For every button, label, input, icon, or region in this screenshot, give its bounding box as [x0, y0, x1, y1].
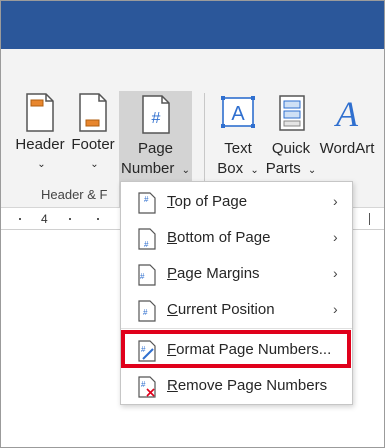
- header-footer-group-label: Header & F: [41, 187, 108, 202]
- footer-button[interactable]: Footer ⌄: [67, 93, 119, 175]
- page-top-icon: #: [138, 192, 156, 214]
- wordart-glyph: A: [334, 94, 359, 133]
- ruler-number: 4: [41, 212, 48, 226]
- header-page-icon: [26, 93, 54, 132]
- menu-item-label: Remove Page Numbers: [167, 377, 328, 394]
- submenu-arrow-icon: ›: [333, 229, 338, 245]
- svg-text:#: #: [143, 308, 148, 317]
- wordart-button[interactable]: A WordArt: [317, 93, 377, 159]
- ruler-tick: [97, 218, 99, 220]
- quick-parts-label-line1: Quick: [271, 140, 311, 157]
- menu-separator: [121, 328, 352, 329]
- header-button-label: Header: [15, 136, 65, 153]
- page-number-chevron-icon: ⌄: [181, 165, 190, 176]
- page-bottom-icon: #: [138, 228, 156, 250]
- page-number-icon: #: [141, 95, 170, 134]
- menu-item-label: Current Position: [167, 301, 275, 318]
- menu-item-current-position[interactable]: # Current Position ›: [121, 292, 352, 328]
- ruler-tick: [19, 218, 21, 220]
- ruler-tick: [69, 218, 71, 220]
- svg-text:#: #: [140, 272, 145, 281]
- quick-parts-button[interactable]: Quick Parts ⌄: [265, 93, 317, 181]
- menu-item-label: Top of Page: [167, 193, 248, 210]
- svg-text:#: #: [144, 240, 149, 249]
- ruler-margin-marker: [369, 213, 370, 225]
- title-bar: [1, 1, 384, 49]
- svg-text:#: #: [141, 380, 146, 389]
- quick-parts-chevron-icon: ⌄: [307, 165, 317, 176]
- footer-chevron-icon: ⌄: [90, 159, 99, 170]
- submenu-arrow-icon: ›: [333, 265, 338, 281]
- remove-page-numbers-icon: #: [138, 376, 156, 398]
- highlight-box: [121, 330, 351, 368]
- footer-page-icon: [79, 93, 107, 132]
- submenu-arrow-icon: ›: [333, 301, 338, 317]
- quick-parts-label-line2: Parts: [265, 160, 301, 177]
- menu-item-bottom-of-page[interactable]: # Bottom of Page ›: [121, 220, 352, 256]
- menu-item-top-of-page[interactable]: # Top of Page ›: [121, 184, 352, 220]
- menu-item-label: Page Margins: [167, 265, 260, 282]
- text-box-label-line2: Box: [217, 160, 244, 177]
- word-window: Header ⌄ Footer ⌄ # Page Number ⌄ A Text…: [0, 0, 385, 448]
- group-separator: [204, 93, 205, 193]
- menu-item-label: Bottom of Page: [167, 229, 271, 246]
- wordart-icon: A: [334, 94, 359, 133]
- page-number-glyph: #: [151, 110, 160, 127]
- page-number-label-line2: Number: [121, 160, 175, 177]
- wordart-label: WordArt: [319, 140, 375, 157]
- text-box-glyph: A: [231, 103, 245, 125]
- footer-button-label: Footer: [71, 136, 115, 153]
- page-margins-icon: #: [138, 264, 156, 286]
- header-chevron-icon: ⌄: [37, 159, 46, 170]
- page-number-label-line1: Page: [137, 140, 174, 157]
- submenu-arrow-icon: ›: [333, 193, 338, 209]
- text-box-label-line1: Text: [224, 140, 252, 157]
- menu-item-page-margins[interactable]: # Page Margins ›: [121, 256, 352, 292]
- page-number-menu: # Top of Page › # Bottom of Page › # Pag…: [120, 181, 353, 405]
- menu-item-remove-page-numbers[interactable]: # Remove Page Numbers: [121, 368, 352, 404]
- header-button[interactable]: Header ⌄: [13, 93, 67, 175]
- text-box-icon: A: [221, 96, 255, 128]
- text-box-chevron-icon: ⌄: [250, 165, 259, 176]
- quick-parts-icon: [279, 95, 305, 131]
- svg-text:#: #: [144, 195, 149, 204]
- text-box-button[interactable]: A Text Box ⌄: [213, 93, 263, 181]
- current-position-icon: #: [138, 300, 156, 322]
